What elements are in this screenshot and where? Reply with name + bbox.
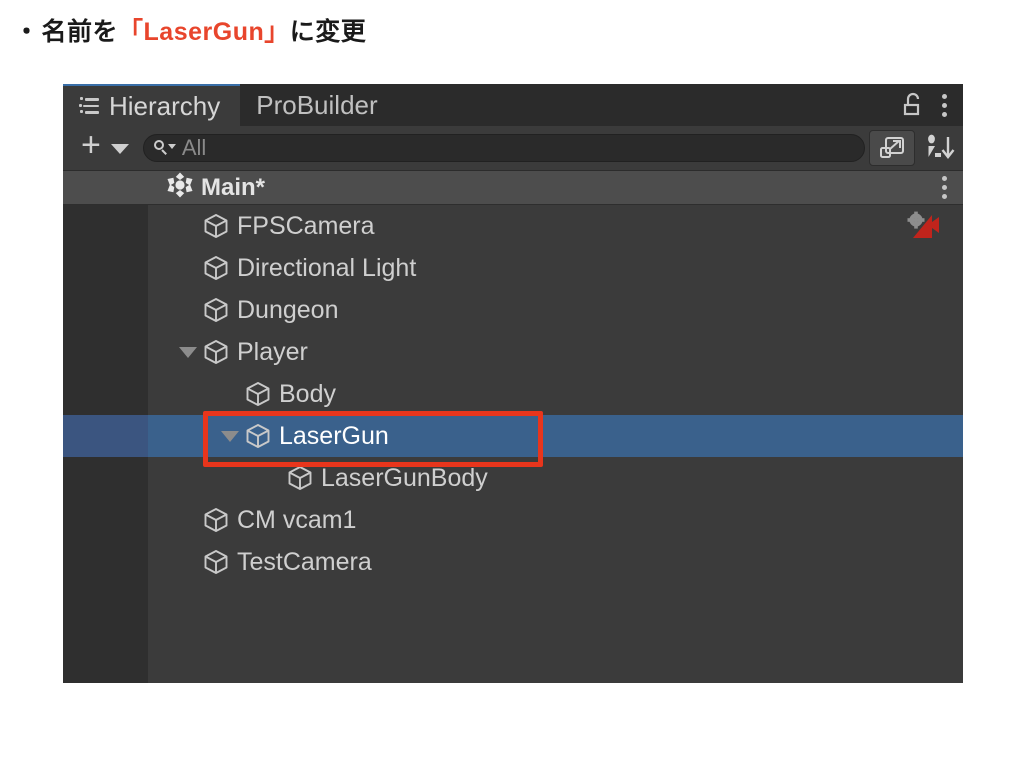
- gameobject-name: Dungeon: [237, 295, 339, 324]
- hierarchy-icon: [79, 97, 100, 115]
- gameobject-cube-icon: [287, 465, 313, 491]
- sort-alphabetical-icon[interactable]: [917, 129, 963, 167]
- tree-row-directional-light[interactable]: Directional Light: [63, 247, 963, 289]
- tab-hierarchy[interactable]: Hierarchy: [63, 84, 241, 126]
- gameobject-cube-icon: [203, 549, 229, 575]
- expand-triangle-slot: [173, 305, 203, 316]
- tree-row-body[interactable]: Body: [63, 373, 963, 415]
- gameobject-cube-icon: [203, 213, 229, 239]
- title-prefix: 名前を: [41, 18, 119, 46]
- tree-row-lasergun[interactable]: LaserGun: [63, 415, 963, 457]
- expand-triangle-slot: [257, 473, 287, 484]
- kebab-menu-icon[interactable]: [941, 93, 947, 117]
- tab-hierarchy-label: Hierarchy: [109, 90, 221, 121]
- scene-name: Main*: [201, 173, 266, 201]
- expand-triangle-slot: [173, 221, 203, 232]
- page-title: ・名前を「LaserGun」に変更: [14, 12, 366, 48]
- expand-triangle-slot[interactable]: [215, 430, 245, 442]
- gameobject-name: FPSCamera: [237, 211, 375, 240]
- gameobject-name: LaserGun: [279, 421, 389, 450]
- popout-window-icon[interactable]: [869, 130, 915, 166]
- title-accent: 「LaserGun」: [118, 18, 290, 46]
- gameobject-name: Body: [279, 379, 336, 408]
- hierarchy-tree: FPSCamera Directional Light Dungeon Player B…: [63, 205, 963, 683]
- gameobject-name: CM vcam1: [237, 505, 357, 534]
- expand-triangle-slot: [215, 389, 245, 400]
- expand-triangle-icon[interactable]: [221, 430, 239, 442]
- tree-row-dungeon[interactable]: Dungeon: [63, 289, 963, 331]
- screenshot-root: ・名前を「LaserGun」に変更 Hierarchy ProBuilder +…: [0, 0, 1024, 768]
- hierarchy-toolbar: + All: [63, 126, 963, 171]
- unlock-icon[interactable]: [901, 91, 927, 119]
- selection-gutter-fill: [63, 415, 148, 457]
- tree-row-testcamera[interactable]: TestCamera: [63, 541, 963, 583]
- gameobject-cube-icon: [203, 297, 229, 323]
- bullet-glyph: ・: [14, 18, 40, 46]
- scene-kebab-menu-icon[interactable]: [941, 176, 947, 200]
- gameobject-name: TestCamera: [237, 547, 372, 576]
- panel-tabstrip: Hierarchy ProBuilder: [63, 84, 963, 126]
- gameobject-cube-icon: [245, 423, 271, 449]
- tree-row-lasergunbody[interactable]: LaserGunBody: [63, 457, 963, 499]
- tree-row-player[interactable]: Player: [63, 331, 963, 373]
- search-dropdown-icon[interactable]: [153, 140, 176, 156]
- tabstrip-spacer: [397, 84, 893, 126]
- expand-triangle-slot: [173, 515, 203, 526]
- expand-triangle-icon[interactable]: [179, 346, 197, 358]
- unity-scene-icon: [167, 172, 193, 203]
- title-suffix: に変更: [289, 18, 367, 46]
- gameobject-name: Player: [237, 337, 308, 366]
- tree-row-cm-vcam1[interactable]: CM vcam1: [63, 499, 963, 541]
- camera-gear-icon[interactable]: [905, 211, 941, 241]
- tree-row-fpscamera[interactable]: FPSCamera: [63, 205, 963, 247]
- search-input[interactable]: All: [142, 134, 865, 162]
- gameobject-cube-icon: [203, 339, 229, 365]
- expand-triangle-slot[interactable]: [173, 346, 203, 358]
- tab-probuilder-label: ProBuilder: [256, 89, 378, 120]
- gameobject-name: LaserGunBody: [321, 463, 488, 492]
- gameobject-cube-icon: [245, 381, 271, 407]
- chevron-down-icon[interactable]: [110, 144, 129, 154]
- gameobject-cube-icon: [203, 255, 229, 281]
- panel-window-controls: [893, 84, 963, 126]
- tab-probuilder[interactable]: ProBuilder: [240, 84, 398, 126]
- scene-row-main[interactable]: Main*: [63, 171, 963, 205]
- expand-triangle-slot: [173, 263, 203, 274]
- gameobject-name: Directional Light: [237, 253, 417, 282]
- expand-triangle-slot: [173, 557, 203, 568]
- tree-rows: FPSCamera Directional Light Dungeon Player B…: [63, 205, 963, 583]
- search-placeholder: All: [181, 135, 207, 160]
- gameobject-cube-icon: [203, 507, 229, 533]
- create-button[interactable]: +: [73, 128, 107, 163]
- hierarchy-panel: Hierarchy ProBuilder + All Main* FPSCame…: [63, 84, 963, 683]
